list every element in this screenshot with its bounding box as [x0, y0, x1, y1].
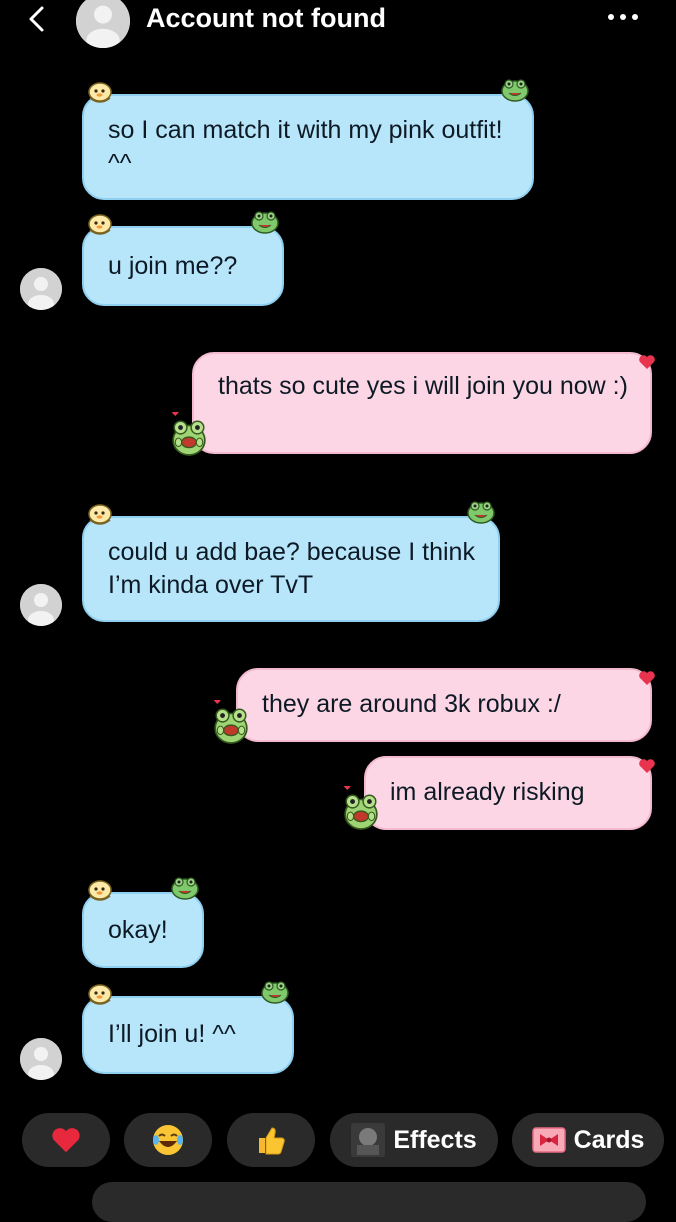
message-text: im already risking — [390, 778, 585, 806]
message-text: u join me?? — [108, 252, 238, 280]
message-input[interactable] — [92, 1182, 646, 1222]
message-text: I’ll join u! ^^ — [108, 1020, 236, 1048]
laughing-emoji-icon — [153, 1125, 183, 1155]
message-bubble-sent[interactable]: im already risking — [364, 756, 652, 830]
avatar[interactable] — [20, 1038, 62, 1080]
card-bow-icon — [531, 1127, 566, 1153]
more-dots-icon[interactable] — [608, 10, 648, 24]
cards-label: Cards — [573, 1125, 645, 1154]
thumbs-up-reaction-button[interactable] — [227, 1113, 315, 1167]
message-text: could u add bae? because I think I’m kin… — [108, 538, 475, 599]
thumbs-up-icon — [259, 1127, 285, 1155]
message-bubble-received[interactable]: could u add bae? because I think I’m kin… — [82, 516, 500, 622]
avatar[interactable] — [20, 268, 62, 310]
message-text: they are around 3k robux :/ — [262, 690, 561, 718]
avatar[interactable] — [20, 584, 62, 626]
message-bubble-received[interactable]: okay! — [82, 892, 204, 968]
message-text: thats so cute yes i will join you now :) — [218, 372, 628, 400]
message-bubble-received[interactable]: I’ll join u! ^^ — [82, 996, 294, 1074]
cards-button[interactable]: Cards — [512, 1113, 664, 1167]
message-text: okay! — [108, 916, 168, 944]
effects-thumbnail-icon — [351, 1123, 386, 1157]
effects-label: Effects — [393, 1125, 477, 1154]
effects-button[interactable]: Effects — [330, 1113, 498, 1167]
chat-title[interactable]: Account not found — [146, 2, 386, 34]
message-bubble-received[interactable]: so I can match it with my pink outfit! ^… — [82, 94, 534, 200]
message-bubble-sent[interactable]: thats so cute yes i will join you now :) — [192, 352, 652, 454]
heart-reaction-button[interactable] — [22, 1113, 110, 1167]
message-text: so I can match it with my pink outfit! ^… — [108, 116, 503, 177]
message-bubble-received[interactable]: u join me?? — [82, 226, 284, 306]
laugh-reaction-button[interactable] — [124, 1113, 212, 1167]
header-avatar[interactable] — [76, 0, 130, 48]
message-bubble-sent[interactable]: they are around 3k robux :/ — [236, 668, 652, 742]
heart-icon — [52, 1128, 80, 1153]
back-chevron-icon[interactable] — [22, 4, 52, 34]
